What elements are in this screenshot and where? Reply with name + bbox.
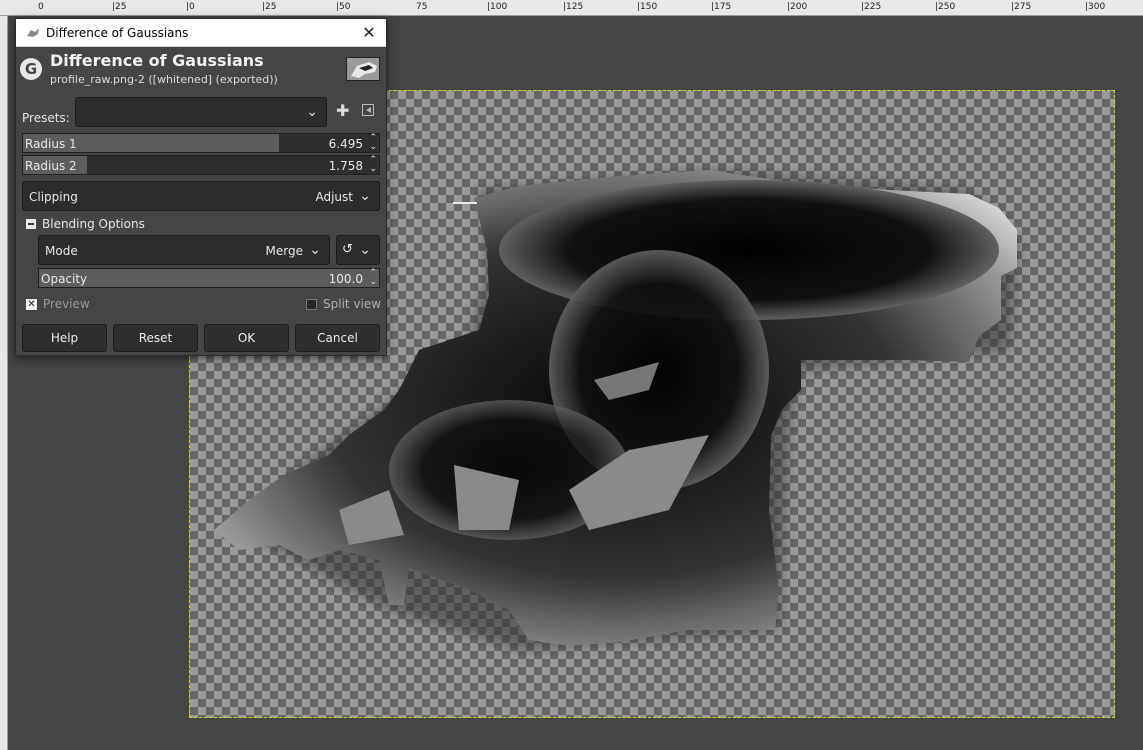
ruler-label: |300	[1085, 2, 1106, 12]
ruler-label: |275	[1011, 2, 1032, 12]
presets-combo[interactable]: ⌄	[75, 97, 327, 127]
radius2-label: Radius 2	[25, 159, 77, 173]
opacity-slider[interactable]: Opacity 100.0 ⌃ ⌄	[38, 268, 380, 288]
gegl-logo-icon: G	[20, 58, 42, 80]
ruler-label: |125	[563, 2, 584, 12]
blending-options-expander[interactable]: Blending Options	[26, 217, 145, 231]
layer-thumbnail	[346, 57, 380, 81]
radius1-slider[interactable]: Radius 1 6.495 ⌃ ⌄	[22, 133, 380, 153]
ruler-label: |250	[935, 2, 956, 12]
opacity-value[interactable]: 100.0	[329, 272, 363, 286]
ruler-label: |200	[787, 2, 808, 12]
mode-value: Merge	[265, 244, 303, 258]
dialog-heading: Difference of Gaussians	[50, 51, 264, 70]
window-title: Difference of Gaussians	[46, 25, 189, 40]
spin-arrows-icon[interactable]: ⌃ ⌄	[369, 134, 377, 152]
radius1-value[interactable]: 6.495	[329, 137, 363, 151]
ruler-label: |150	[637, 2, 658, 12]
checkbox-checked-icon[interactable]: ✕	[26, 298, 37, 310]
chevron-down-icon: ⌄	[309, 242, 321, 258]
ruler-label: |175	[711, 2, 732, 12]
close-icon[interactable]: ✕	[352, 19, 386, 47]
ruler-label: 0	[38, 2, 44, 12]
reset-mode-icon: ↺	[342, 242, 353, 257]
chevron-down-icon: ⌄	[359, 242, 371, 258]
presets-label: Presets:	[22, 111, 70, 125]
mode-label: Mode	[45, 244, 78, 258]
preview-checkbox[interactable]: ✕ Preview	[26, 297, 90, 311]
split-view-checkbox[interactable]: Split view	[306, 297, 381, 311]
top-ruler: 0 |25 |0 |25 |50 75 |100 |125 |150 |175 …	[0, 0, 1143, 16]
ruler-label: 75	[416, 2, 428, 12]
mode-combo[interactable]: Mode Merge ⌄	[38, 235, 330, 265]
difference-of-gaussians-dialog: Difference of Gaussians ✕ G Difference o…	[15, 18, 387, 356]
split-view-label: Split view	[323, 297, 382, 311]
radius2-value[interactable]: 1.758	[329, 159, 363, 173]
presets-menu-icon[interactable]	[362, 104, 374, 116]
radius2-slider[interactable]: Radius 2 1.758 ⌃ ⌄	[22, 155, 380, 175]
clipping-value: Adjust	[315, 190, 353, 204]
radius1-label: Radius 1	[25, 137, 77, 151]
spin-arrows-icon[interactable]: ⌃ ⌄	[369, 156, 377, 174]
ruler-label: |50	[336, 2, 351, 12]
chevron-down-icon: ⌄	[359, 188, 371, 204]
dialog-titlebar[interactable]: Difference of Gaussians ✕	[16, 19, 386, 47]
blending-options-label: Blending Options	[42, 217, 145, 231]
ruler-label: |225	[861, 2, 882, 12]
ruler-label: |25	[262, 2, 277, 12]
reset-button[interactable]: Reset	[113, 324, 198, 352]
collapse-icon[interactable]	[26, 219, 36, 229]
spin-arrows-icon[interactable]: ⌃ ⌄	[369, 269, 377, 287]
preview-label: Preview	[43, 297, 90, 311]
help-button[interactable]: Help	[22, 324, 107, 352]
gimp-wilber-icon	[27, 27, 39, 37]
opacity-label: Opacity	[41, 272, 88, 286]
cancel-button[interactable]: Cancel	[295, 324, 380, 352]
ruler-label: |25	[112, 2, 127, 12]
chevron-down-icon: ⌄	[306, 104, 318, 120]
ruler-label: |100	[487, 2, 508, 12]
ok-button[interactable]: OK	[204, 324, 289, 352]
add-preset-icon[interactable]: ✚	[336, 101, 349, 120]
left-ruler	[0, 16, 8, 750]
checkbox-unchecked-icon[interactable]	[306, 298, 317, 310]
dialog-subheading: profile_raw.png-2 ([whitened] (exported)…	[50, 73, 278, 86]
composite-mode-combo[interactable]: ↺ ⌄	[336, 235, 380, 265]
ruler-label: |0	[186, 2, 195, 12]
dialog-header: G Difference of Gaussians profile_raw.pn…	[16, 47, 386, 91]
clipping-label: Clipping	[29, 190, 78, 204]
clipping-combo[interactable]: Clipping Adjust ⌄	[22, 181, 380, 211]
